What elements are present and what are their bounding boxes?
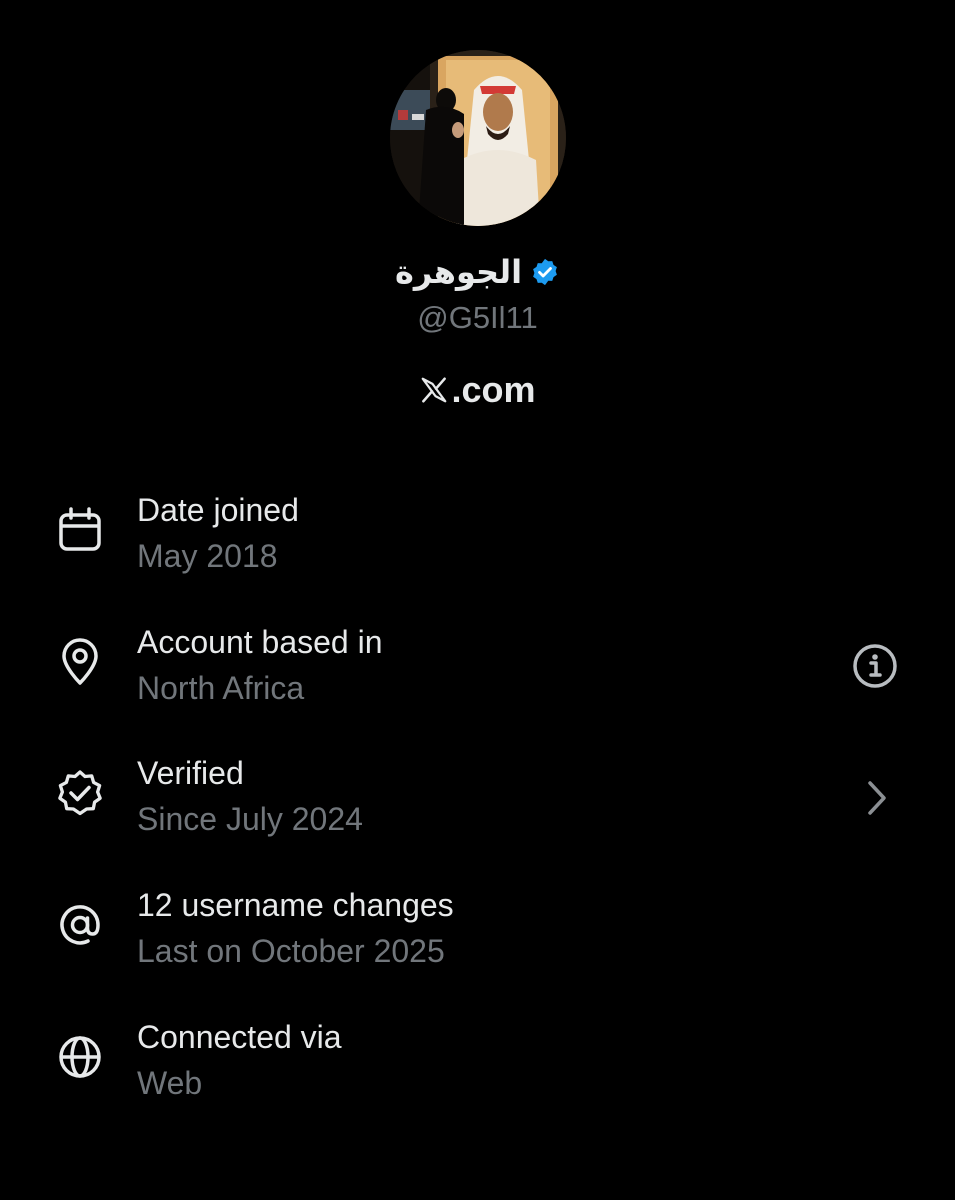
profile-handle: @G5Il11: [417, 300, 538, 335]
verified-title: Verified: [137, 755, 244, 791]
calendar-icon: [59, 507, 101, 551]
location-pin-icon: [62, 638, 98, 685]
date-joined-title: Date joined: [137, 492, 299, 528]
website-text: .com: [451, 369, 536, 410]
connected-via-value: Web: [137, 1065, 203, 1101]
chevron-right-icon[interactable]: [856, 777, 898, 819]
info-icon[interactable]: [846, 637, 904, 695]
username-changes-value: Last on October 2025: [137, 933, 445, 969]
account-location-value: North Africa: [137, 670, 305, 706]
account-location-row: Account based in North Africa: [0, 624, 955, 734]
x-logo-icon: [422, 377, 447, 403]
account-location-title: Account based in: [137, 624, 383, 660]
profile-name-row: الجوهرة: [0, 248, 955, 296]
verified-value: Since July 2024: [137, 801, 363, 837]
avatar-photo: [390, 50, 566, 226]
profile-website-link[interactable]: .com: [0, 366, 955, 414]
username-changes-title: 12 username changes: [137, 887, 454, 923]
date-joined-row: Date joined May 2018: [0, 492, 955, 602]
profile-avatar[interactable]: [390, 50, 566, 226]
globe-icon: [59, 1036, 101, 1078]
date-joined-value: May 2018: [137, 538, 278, 574]
at-sign-icon: [60, 905, 100, 945]
username-changes-row: 12 username changes Last on October 2025: [0, 887, 955, 997]
display-name: الجوهرة: [394, 253, 523, 291]
verified-badge-outline-icon: [58, 770, 102, 816]
connected-via-row: Connected via Web: [0, 1019, 955, 1129]
verified-row[interactable]: Verified Since July 2024: [0, 755, 955, 865]
verified-badge-icon[interactable]: [530, 257, 560, 287]
connected-via-title: Connected via: [137, 1019, 342, 1055]
